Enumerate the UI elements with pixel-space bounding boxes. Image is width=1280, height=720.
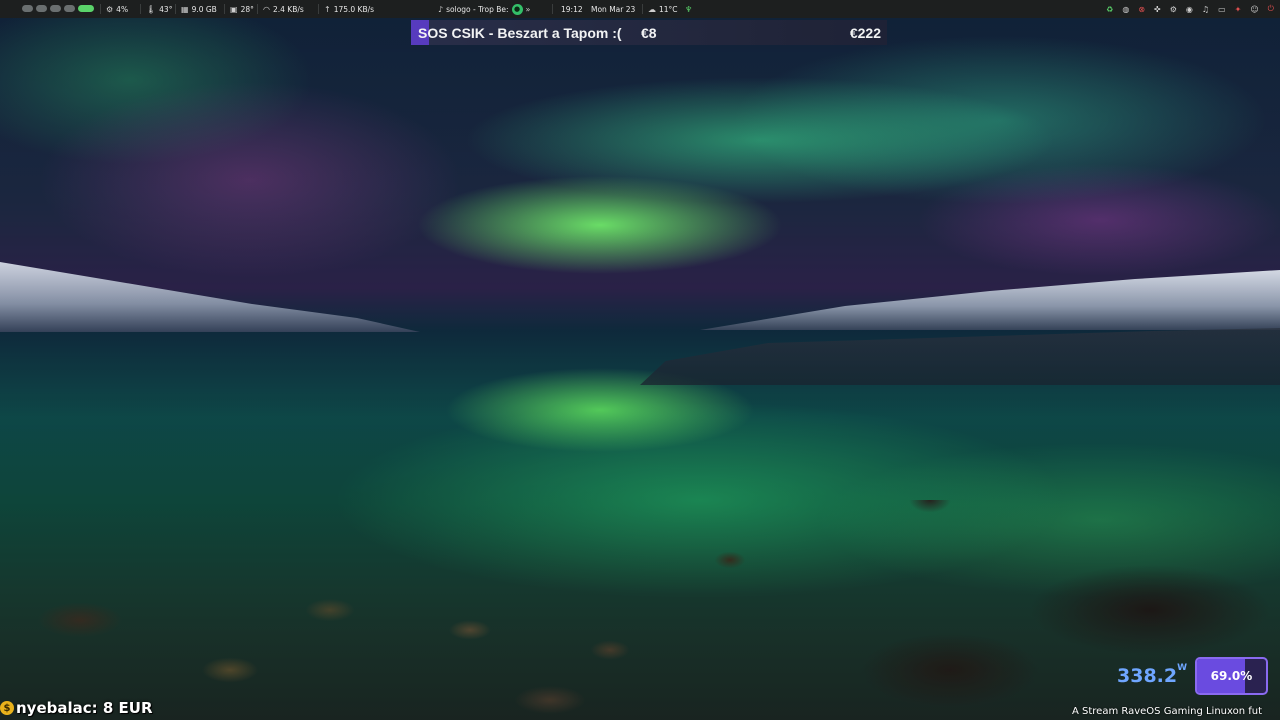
- donation-current-amount: €8: [641, 24, 657, 41]
- workspace-1[interactable]: [22, 5, 33, 12]
- spotify-icon[interactable]: ●: [511, 3, 523, 15]
- workspace-2[interactable]: [36, 5, 47, 12]
- network-download[interactable]: ◠ 2.4 KB/s: [263, 0, 304, 18]
- cpu-icon: ⚙: [106, 4, 114, 14]
- power-draw-readout: 338.2W: [1117, 663, 1188, 687]
- donation-goal-banner: SOS CSIK - Beszart a Tapom :( €8 €222: [411, 20, 887, 45]
- cloud-icon: ☁: [648, 4, 656, 14]
- settings-icon[interactable]: ⚙: [1170, 5, 1177, 14]
- user-icon[interactable]: ☺: [1250, 5, 1258, 14]
- gamepad-icon[interactable]: ◉: [1186, 5, 1193, 14]
- next-track-icon[interactable]: »: [526, 5, 531, 14]
- latest-donor-text: nyebalac: 8 EUR: [16, 699, 153, 717]
- top-panel: ⚙ 4% 🌡 43° ▦ 9.0 GB ▣ 28° ◠ 2.4 KB/s ↑ 1…: [0, 0, 1280, 18]
- memory-usage[interactable]: ▦ 9.0 GB: [181, 0, 217, 18]
- controller-icon[interactable]: ✜: [1154, 5, 1161, 14]
- tray-app-icon-green[interactable]: ♻: [1106, 5, 1113, 14]
- power-unit: W: [1177, 663, 1188, 673]
- media-player[interactable]: ♪ sologo - Trop Be: ● »: [438, 0, 530, 18]
- gpu-temperature[interactable]: ▣ 28°: [230, 0, 254, 18]
- network-upload[interactable]: ↑ 175.0 KB/s: [324, 0, 374, 18]
- updates-icon[interactable]: ✦: [1235, 5, 1242, 14]
- date[interactable]: Mon Mar 23: [591, 0, 635, 18]
- power-icon[interactable]: ⏻: [1268, 4, 1274, 14]
- power-value: 338.2: [1117, 665, 1178, 687]
- thermometer-icon: 🌡: [146, 4, 157, 14]
- workspace-switcher[interactable]: [22, 5, 94, 12]
- stream-ticker: A Stream RaveOS Gaming Linuxon fut: [1072, 706, 1263, 717]
- coin-icon: $: [0, 701, 14, 715]
- microphone-icon[interactable]: ♫: [1202, 5, 1209, 14]
- wifi-icon: ◠: [263, 4, 270, 14]
- workspace-4[interactable]: [64, 5, 75, 12]
- system-tray: ♻ ◍ ⊗ ✜ ⚙ ◉ ♫ ▭ ✦ ☺ ⏻: [1106, 0, 1274, 18]
- usage-gauge: 69.0%: [1195, 657, 1268, 695]
- notification-icon[interactable]: ⊗: [1138, 5, 1145, 14]
- tray-app-icon: ♆: [685, 4, 693, 14]
- cpu-usage[interactable]: ⚙ 4%: [106, 0, 128, 18]
- display-icon[interactable]: ▭: [1218, 5, 1226, 14]
- donation-goal-total: €222: [849, 24, 881, 41]
- donation-goal-title: SOS CSIK - Beszart a Tapom :(: [418, 24, 622, 41]
- upload-arrow-icon: ↑: [324, 4, 331, 14]
- clock[interactable]: 19:12: [561, 0, 583, 18]
- workspace-3[interactable]: [50, 5, 61, 12]
- music-note-icon: ♪: [438, 4, 444, 14]
- gauge-label: 69.0%: [1210, 669, 1253, 683]
- workspace-5-active[interactable]: [78, 5, 94, 12]
- memory-icon: ▦: [181, 4, 189, 14]
- latest-donor: $ nyebalac: 8 EUR: [0, 697, 153, 719]
- steam-icon[interactable]: ◍: [1122, 5, 1129, 14]
- weather[interactable]: ☁ 11°C: [648, 0, 678, 18]
- cpu-temperature[interactable]: 🌡 43°: [146, 0, 172, 18]
- desktop-wallpaper: [0, 0, 1280, 720]
- gpu-icon: ▣: [230, 4, 238, 14]
- tray-extra[interactable]: ♆: [685, 0, 692, 18]
